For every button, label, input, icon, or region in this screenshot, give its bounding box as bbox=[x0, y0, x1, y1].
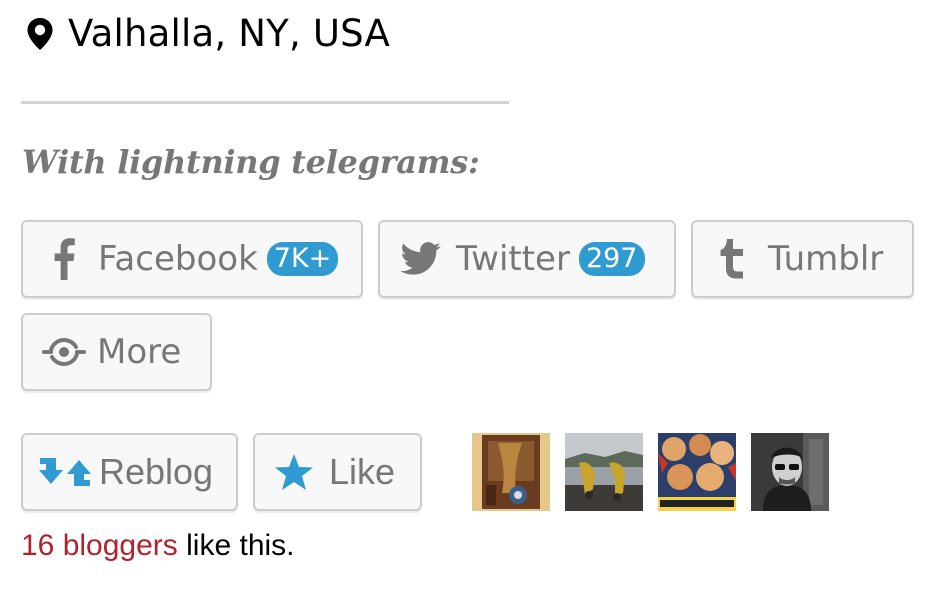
location-text: Valhalla, NY, USA bbox=[68, 12, 391, 55]
reblog-label: Reblog bbox=[99, 451, 214, 492]
twitter-bird-icon bbox=[400, 241, 442, 277]
avatar[interactable] bbox=[472, 433, 550, 511]
avatar[interactable] bbox=[658, 433, 736, 511]
tumblr-icon bbox=[718, 239, 746, 279]
facebook-icon bbox=[52, 237, 76, 281]
share-more-icon bbox=[41, 337, 87, 367]
like-label: Like bbox=[329, 451, 396, 492]
facebook-share-count: 7K+ bbox=[266, 242, 339, 276]
twitter-label: Twitter bbox=[456, 239, 570, 279]
avatar[interactable] bbox=[565, 433, 643, 511]
star-icon bbox=[273, 452, 315, 492]
facebook-label: Facebook bbox=[98, 239, 258, 279]
map-pin-icon bbox=[26, 17, 56, 51]
reblog-arrows-icon bbox=[37, 455, 93, 489]
avatar[interactable] bbox=[751, 433, 829, 511]
tumblr-label: Tumblr bbox=[768, 239, 884, 279]
reblog-button[interactable]: Reblog bbox=[21, 433, 238, 511]
facebook-share-button[interactable]: Facebook 7K+ bbox=[21, 220, 363, 298]
likes-suffix: like this. bbox=[177, 529, 295, 562]
more-share-button[interactable]: More bbox=[21, 313, 212, 391]
location-line: Valhalla, NY, USA bbox=[26, 10, 390, 58]
share-heading: With lightning telegrams: bbox=[22, 143, 480, 181]
more-label: More bbox=[97, 332, 182, 372]
twitter-share-button[interactable]: Twitter 297 bbox=[378, 220, 676, 298]
bloggers-count-link[interactable]: 16 bloggers bbox=[21, 529, 178, 562]
twitter-share-count: 297 bbox=[578, 242, 645, 276]
like-button[interactable]: Like bbox=[253, 433, 422, 511]
divider bbox=[21, 101, 509, 104]
likes-summary: 16 bloggers like this. bbox=[21, 527, 295, 565]
tumblr-share-button[interactable]: Tumblr bbox=[691, 220, 914, 298]
liker-avatars bbox=[472, 433, 844, 511]
